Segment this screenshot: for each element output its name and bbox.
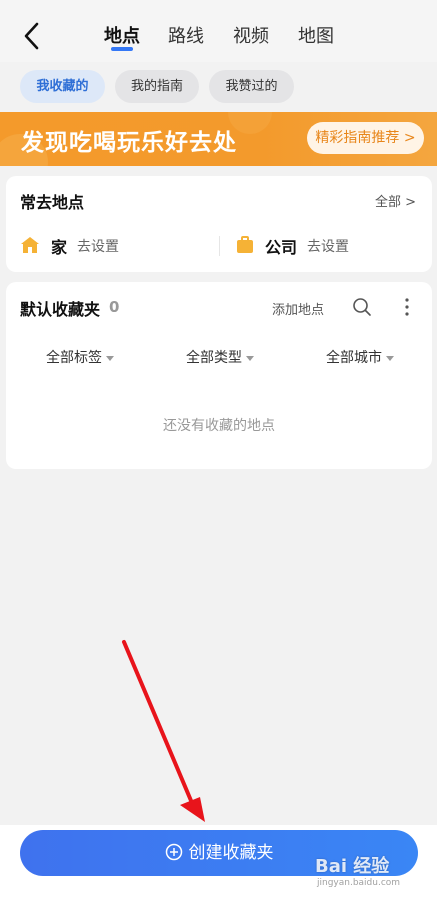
caret-down-icon [246, 355, 254, 361]
back-button[interactable] [18, 20, 48, 52]
empty-state-text: 还没有收藏的地点 [163, 418, 275, 434]
home-place[interactable]: 家 去设置 [20, 230, 210, 258]
plus-circle-icon [165, 843, 182, 861]
search-icon[interactable] [351, 296, 373, 318]
filter-cities-label: 全部城市 [326, 350, 382, 366]
work-set-link: 去设置 [307, 239, 349, 255]
promo-banner[interactable]: 发现吃喝玩乐好去处 精彩指南推荐 > [0, 112, 437, 166]
home-icon [21, 237, 39, 253]
banner-title: 发现吃喝玩乐好去处 [21, 130, 237, 156]
default-folder-card: 默认收藏夹 0 添加地点 全部标签 全部类型 全部城市 还没有收藏的地点 [6, 282, 432, 469]
tab-map[interactable]: 地图 [298, 22, 334, 48]
work-place[interactable]: 公司 去设置 [235, 230, 425, 258]
watermark-subtext: jingyan.baidu.com [317, 878, 401, 888]
guide-recommend-button[interactable]: 精彩指南推荐 > [307, 122, 424, 154]
tab-routes[interactable]: 路线 [168, 22, 204, 48]
filter-types[interactable]: 全部类型 [186, 347, 254, 367]
active-tab-indicator [111, 47, 133, 51]
frequent-places-card: 常去地点 全部 > 家 去设置 公司 去设置 [6, 176, 432, 272]
top-bar: 地点 路线 视频 地图 [0, 0, 437, 62]
briefcase-icon [237, 236, 253, 253]
tab-videos[interactable]: 视频 [233, 22, 269, 48]
caret-down-icon [106, 355, 114, 361]
add-place-button[interactable]: 添加地点 [272, 299, 324, 318]
folder-title: 默认收藏夹 [20, 300, 101, 319]
chip-my-favorites[interactable]: 我收藏的 [20, 70, 105, 103]
tab-places[interactable]: 地点 [104, 22, 140, 48]
bottom-bar: 创建收藏夹 Bai 经验 jingyan.baidu.com [0, 825, 437, 905]
chip-my-likes[interactable]: 我赞过的 [209, 70, 294, 103]
frequent-all-link[interactable]: 全部 > [375, 191, 416, 210]
filter-cities[interactable]: 全部城市 [326, 347, 394, 367]
more-icon[interactable] [402, 296, 412, 318]
watermark-text: Bai 经验 [315, 856, 390, 877]
frequent-places-title: 常去地点 [20, 193, 85, 212]
divider [219, 236, 220, 256]
home-set-link: 去设置 [77, 239, 119, 255]
filter-tags[interactable]: 全部标签 [46, 347, 114, 367]
folder-count: 0 [109, 298, 120, 316]
home-label: 家 [51, 238, 68, 257]
create-folder-label: 创建收藏夹 [188, 843, 274, 863]
filter-tags-label: 全部标签 [46, 350, 102, 366]
caret-down-icon [386, 355, 394, 361]
chip-my-guides[interactable]: 我的指南 [115, 70, 199, 103]
chevron-left-icon [24, 22, 39, 50]
work-label: 公司 [265, 238, 298, 257]
baidu-watermark: Bai 经验 jingyan.baidu.com [315, 850, 435, 900]
filter-types-label: 全部类型 [186, 350, 242, 366]
